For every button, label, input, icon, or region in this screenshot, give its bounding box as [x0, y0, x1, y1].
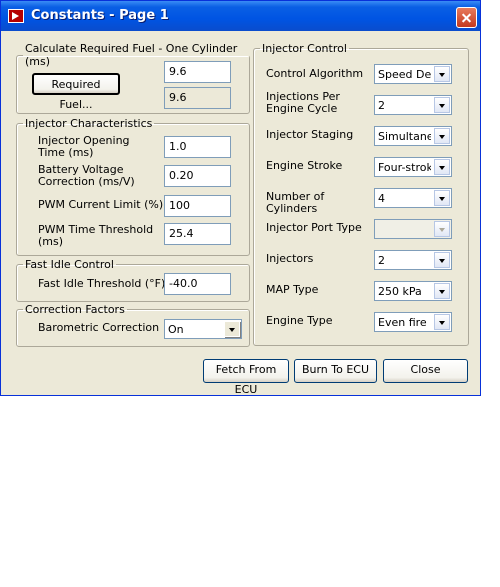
injections-per-cycle-select[interactable]: 2 [374, 95, 452, 115]
injector-staging-select[interactable]: Simultaneous [374, 126, 452, 146]
fetch-from-ecu-button[interactable]: Fetch From ECU [203, 359, 289, 396]
chevron-down-icon[interactable] [434, 283, 450, 299]
title-bar[interactable]: Constants - Page 1 [1, 1, 480, 31]
injections-per-cycle-value: 2 [378, 99, 385, 112]
window-title: Constants - Page 1 [31, 8, 169, 23]
injector-port-type-label: Injector Port Type [266, 221, 362, 234]
barometric-correction-label: Barometric Correction [38, 321, 160, 334]
correction-factors-legend: Correction Factors [25, 303, 125, 316]
battery-voltage-correction-input[interactable]: 0.20 [164, 165, 231, 187]
barometric-correction-select[interactable]: On [164, 319, 242, 339]
pwm-time-threshold-label: PWM Time Threshold (ms) [38, 223, 154, 248]
injector-staging-label: Injector Staging [266, 128, 354, 141]
engine-type-label: Engine Type [266, 314, 333, 327]
map-type-label: MAP Type [266, 283, 319, 296]
fast-idle-threshold-input[interactable]: -40.0 [164, 273, 231, 295]
close-button[interactable]: Close [383, 359, 468, 383]
map-type-select[interactable]: 250 kPa [374, 281, 452, 301]
fast-idle-legend: Fast Idle Control [25, 258, 114, 271]
battery-voltage-correction-label: Battery Voltage Correction (ms/V) [38, 163, 135, 188]
burn-to-ecu-button[interactable]: Burn To ECU [294, 359, 377, 383]
constants-window: Constants - Page 1 Calculate Required Fu… [0, 0, 481, 396]
chevron-down-icon[interactable] [434, 97, 450, 113]
app-icon [8, 9, 24, 23]
required-fuel-readonly: 9.6 [164, 87, 231, 109]
close-window-icon[interactable] [456, 7, 477, 28]
engine-type-select[interactable]: Even fire [374, 312, 452, 332]
number-of-cylinders-label: Number of Cylinders [266, 190, 325, 215]
chevron-down-icon [434, 221, 450, 237]
engine-type-value: Even fire [378, 316, 427, 329]
injector-characteristics-legend: Injector Characteristics [25, 117, 153, 130]
chevron-down-icon[interactable] [434, 159, 450, 175]
injector-port-type-select [374, 219, 452, 239]
barometric-correction-value: On [168, 323, 184, 336]
injectors-select[interactable]: 2 [374, 250, 452, 270]
control-algorithm-select[interactable]: Speed Density [374, 64, 452, 84]
injections-per-cycle-label: Injections Per Engine Cycle [266, 90, 340, 115]
injector-opening-time-input[interactable]: 1.0 [164, 136, 231, 158]
control-algorithm-label: Control Algorithm [266, 67, 364, 80]
injector-control-legend: Injector Control [262, 42, 347, 55]
fast-idle-threshold-label: Fast Idle Threshold (°F) [38, 277, 166, 290]
chevron-down-icon[interactable] [434, 190, 450, 206]
engine-stroke-select[interactable]: Four-stroke [374, 157, 452, 177]
injector-staging-value: Simultaneous [378, 130, 431, 143]
chevron-down-icon[interactable] [434, 314, 450, 330]
engine-stroke-value: Four-stroke [378, 161, 431, 174]
pwm-current-limit-input[interactable]: 100 [164, 195, 231, 217]
chevron-down-icon[interactable] [434, 66, 450, 82]
number-of-cylinders-value: 4 [378, 192, 385, 205]
map-type-value: 250 kPa [378, 285, 422, 298]
injector-opening-time-label: Injector Opening Time (ms) [38, 134, 130, 159]
pwm-time-threshold-input[interactable]: 25.4 [164, 223, 231, 245]
injectors-value: 2 [378, 254, 385, 267]
chevron-down-icon[interactable] [434, 252, 450, 268]
required-fuel-button[interactable]: Required Fuel... [32, 73, 120, 111]
injectors-label: Injectors [266, 252, 314, 265]
required-fuel-input[interactable]: 9.6 [164, 61, 231, 83]
chevron-down-icon[interactable] [434, 128, 450, 144]
number-of-cylinders-select[interactable]: 4 [374, 188, 452, 208]
engine-stroke-label: Engine Stroke [266, 159, 343, 172]
chevron-down-icon[interactable] [224, 321, 240, 337]
control-algorithm-value: Speed Density [378, 68, 431, 81]
pwm-current-limit-label: PWM Current Limit (%) [38, 198, 164, 211]
